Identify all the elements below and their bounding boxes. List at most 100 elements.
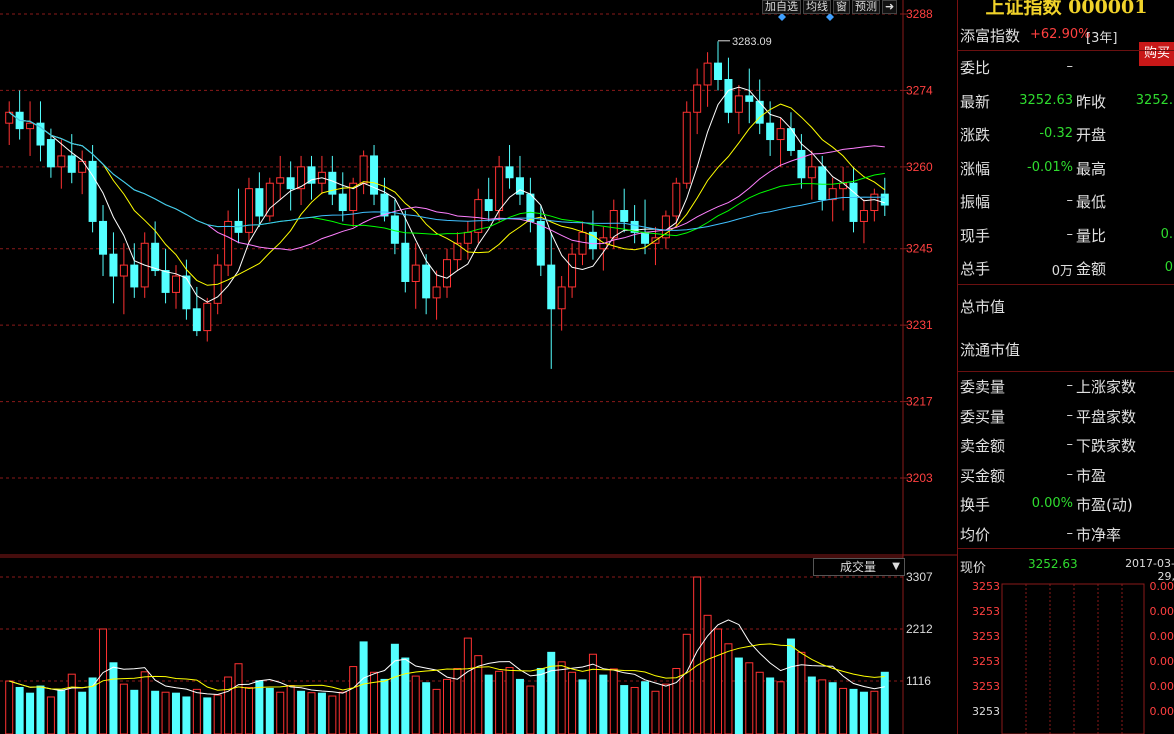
marker-diamond-icon <box>778 13 786 21</box>
tick-change: 0.00 <box>1149 705 1174 718</box>
tick-price: 3253 <box>972 680 1000 693</box>
volume-bar-up <box>140 671 149 734</box>
volume-bar-up <box>776 681 785 734</box>
rows2-label: 均价 <box>960 525 991 544</box>
kline-chart[interactable]: 3288 3274 3260 3245 3231 3217 3203 3307 2212 1116… <box>0 0 957 734</box>
rows-label: 最新 <box>960 92 991 111</box>
candle-up <box>276 177 285 184</box>
volume-bar-up <box>609 668 618 734</box>
candle-down <box>67 155 76 173</box>
volume-bar-up <box>755 671 764 734</box>
window-button[interactable]: 窗 <box>833 0 850 14</box>
current-value: 3252.63 <box>1028 557 1078 571</box>
rows2-value: – <box>1066 466 1074 482</box>
tick-change: 0.00 <box>1149 680 1174 693</box>
candle-up <box>224 220 233 266</box>
candle-up <box>568 253 577 288</box>
volume-tick-label: 1116 <box>906 674 931 688</box>
ma-line-button[interactable]: 均线 <box>803 0 831 14</box>
volume-bar-down <box>182 696 191 734</box>
volume-bar-up <box>119 683 128 734</box>
rows2-label: 委卖量 <box>960 378 1006 396</box>
rows2-label: 委买量 <box>960 407 1006 426</box>
rows-row: 涨幅 -0.01% 最高 <box>958 158 1174 188</box>
price-tick-label: 3288 <box>906 7 933 21</box>
candle-down <box>484 199 493 212</box>
candle-down <box>401 242 410 282</box>
volume-bar-down <box>734 657 743 734</box>
volume-label: 成交量 <box>840 560 877 574</box>
tick-change: 0.00 <box>1149 630 1174 643</box>
candle-up <box>828 188 837 201</box>
rows2-label-2: 上涨家数 <box>1076 378 1137 396</box>
candle-down <box>161 270 170 293</box>
rows2-row: 买金额 – 市盈 <box>958 465 1174 495</box>
tick-price: 3253 <box>972 580 1000 593</box>
volume-bar-down <box>786 638 795 734</box>
add-watchlist-button[interactable]: 加自选 <box>762 0 801 14</box>
volume-bar-down <box>536 667 545 734</box>
volume-bar-down <box>401 657 410 734</box>
price-tick-label: 3274 <box>906 83 933 97</box>
volume-bar-up <box>568 671 577 734</box>
candle-down <box>286 177 295 190</box>
fund-label: 添富指数 <box>960 27 1021 45</box>
rows2-value: – <box>1066 378 1074 393</box>
volume-bar-up <box>505 667 514 734</box>
candle-up <box>26 122 35 130</box>
rows-label: 总手 <box>960 260 991 278</box>
volume-bar-up <box>714 628 723 734</box>
rows-row: 最新 3252.63 昨收 3252. <box>958 91 1174 121</box>
volume-bar-down <box>547 651 556 734</box>
candle-down <box>620 210 629 222</box>
candle-up <box>870 193 879 212</box>
volume-indicator-dropdown[interactable]: 成交量 ▼ <box>813 558 905 576</box>
volume-bar-up <box>839 687 848 734</box>
volume-bar-down <box>422 682 431 734</box>
rows2-label-2: 市盈(动) <box>1076 496 1133 514</box>
volume-bar-down <box>859 691 868 734</box>
divider <box>958 50 1174 51</box>
volume-bar-up <box>5 680 14 734</box>
rows2-value: – <box>1066 437 1074 452</box>
rows-value: – <box>1066 226 1074 242</box>
rows-label: 涨跌 <box>960 126 991 144</box>
volume-bar-up <box>286 685 295 734</box>
volume-bar-up <box>495 670 504 734</box>
candle-down <box>307 166 316 184</box>
candle-down <box>724 79 733 113</box>
rows-value: -0.01% <box>1027 159 1073 175</box>
volume-bar-up <box>338 691 347 734</box>
candle-up <box>609 210 618 239</box>
candle-up <box>474 199 483 233</box>
volume-bar-up <box>818 679 827 734</box>
max-marker-label: 3283.09 <box>732 36 772 48</box>
rows2-label: 买金额 <box>960 466 1006 485</box>
tick-price: 3253 <box>972 605 1000 618</box>
volume-bar-down <box>484 674 493 734</box>
volume-bar-up <box>244 686 253 734</box>
price-tick-label: 3217 <box>906 395 933 409</box>
volume-bar-up <box>224 676 233 734</box>
exit-icon[interactable]: ➜ <box>882 0 898 14</box>
volume-bar-down <box>130 689 139 734</box>
forecast-button[interactable]: 预测 <box>852 0 880 14</box>
volume-bar-down <box>15 686 24 734</box>
rows-row: 涨跌 -0.32 开盘 <box>958 124 1174 154</box>
candle-down <box>641 231 650 244</box>
current-label: 现价 <box>960 561 987 576</box>
rows2-label-2: 市盈 <box>1076 466 1107 485</box>
volume-bar-up <box>745 662 754 734</box>
candle-down <box>797 149 806 179</box>
volume-bar-down <box>880 671 889 734</box>
volume-bar-up <box>630 686 639 734</box>
rows-label-2: 金额 <box>1076 260 1107 278</box>
rows-label-2: 开盘 <box>1076 126 1107 144</box>
candle-up <box>57 155 66 168</box>
rows-value: 3252.63 <box>1019 92 1073 108</box>
volume-bar-up <box>276 691 285 734</box>
volume-bar-up <box>161 691 170 734</box>
tick-change: 0.00 <box>1149 580 1174 593</box>
volume-bar-down <box>766 677 775 734</box>
candle-up <box>703 62 712 86</box>
